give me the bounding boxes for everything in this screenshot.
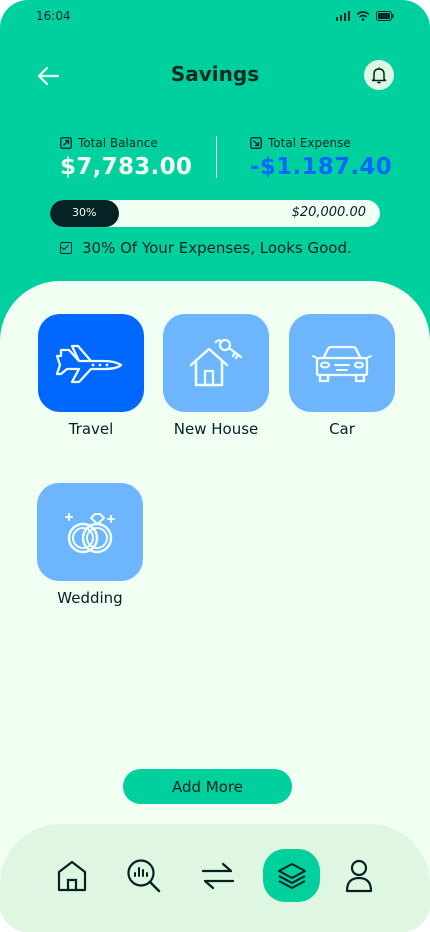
expense-progress-bar: 30% $20,000.00 xyxy=(50,200,380,227)
category-label: New House xyxy=(173,420,259,438)
home-icon xyxy=(57,860,87,892)
transactions-icon xyxy=(201,862,235,890)
status-icons xyxy=(336,11,394,21)
add-more-button[interactable]: Add More xyxy=(123,769,292,804)
category-tile[interactable] xyxy=(38,314,144,412)
total-expense-label: Total Expense xyxy=(268,136,351,150)
status-time: 16:04 xyxy=(36,9,71,23)
expense-arrow-icon xyxy=(250,137,262,149)
header: Savings xyxy=(0,60,430,92)
total-expense: Total Expense -$1.187.40 xyxy=(250,136,392,180)
category-tile[interactable] xyxy=(289,314,395,412)
airplane-icon xyxy=(55,344,123,384)
category-car[interactable]: Car xyxy=(289,314,395,438)
phone-screen: 16:04 Savings Total Balance $7,783.00 To… xyxy=(0,0,430,932)
nav-analysis[interactable] xyxy=(116,850,172,902)
house-key-icon xyxy=(189,338,243,387)
total-balance: Total Balance $7,783.00 xyxy=(60,136,192,180)
progress-goal: $20,000.00 xyxy=(291,205,366,220)
nav-home[interactable] xyxy=(44,850,100,902)
bell-icon xyxy=(371,67,387,84)
category-label: Travel xyxy=(68,420,114,438)
category-tile[interactable] xyxy=(37,483,143,581)
category-wedding[interactable]: Wedding xyxy=(37,483,143,607)
notifications-button[interactable] xyxy=(364,60,394,90)
rings-icon xyxy=(65,513,115,554)
income-arrow-icon xyxy=(60,137,72,149)
nav-categories[interactable] xyxy=(263,849,320,902)
category-label: Wedding xyxy=(57,589,123,607)
car-icon xyxy=(312,345,372,383)
category-label: Car xyxy=(329,420,355,438)
balance-summary: Total Balance $7,783.00 Total Expense -$… xyxy=(60,136,392,196)
nav-profile[interactable] xyxy=(331,850,387,902)
status-bar: 16:04 xyxy=(36,8,394,24)
expense-note-text: 30% Of Your Expenses, Looks Good. xyxy=(82,239,352,257)
wifi-icon xyxy=(356,11,370,21)
nav-transactions[interactable] xyxy=(190,850,246,902)
category-travel[interactable]: Travel xyxy=(38,314,144,438)
total-balance-label: Total Balance xyxy=(78,136,158,150)
total-expense-value: -$1.187.40 xyxy=(250,154,393,180)
signal-icon xyxy=(336,11,350,21)
total-balance-value: $7,783.00 xyxy=(60,154,193,180)
profile-icon xyxy=(345,859,373,893)
divider xyxy=(216,136,217,178)
check-icon xyxy=(60,242,72,254)
progress-percent: 30% xyxy=(72,206,97,219)
expense-note: 30% Of Your Expenses, Looks Good. xyxy=(60,239,352,257)
category-tile[interactable] xyxy=(163,314,269,412)
battery-icon xyxy=(376,11,394,21)
category-new-house[interactable]: New House xyxy=(163,314,269,438)
bottom-nav xyxy=(0,824,430,932)
categories-icon xyxy=(277,862,306,889)
analysis-icon xyxy=(127,859,161,893)
